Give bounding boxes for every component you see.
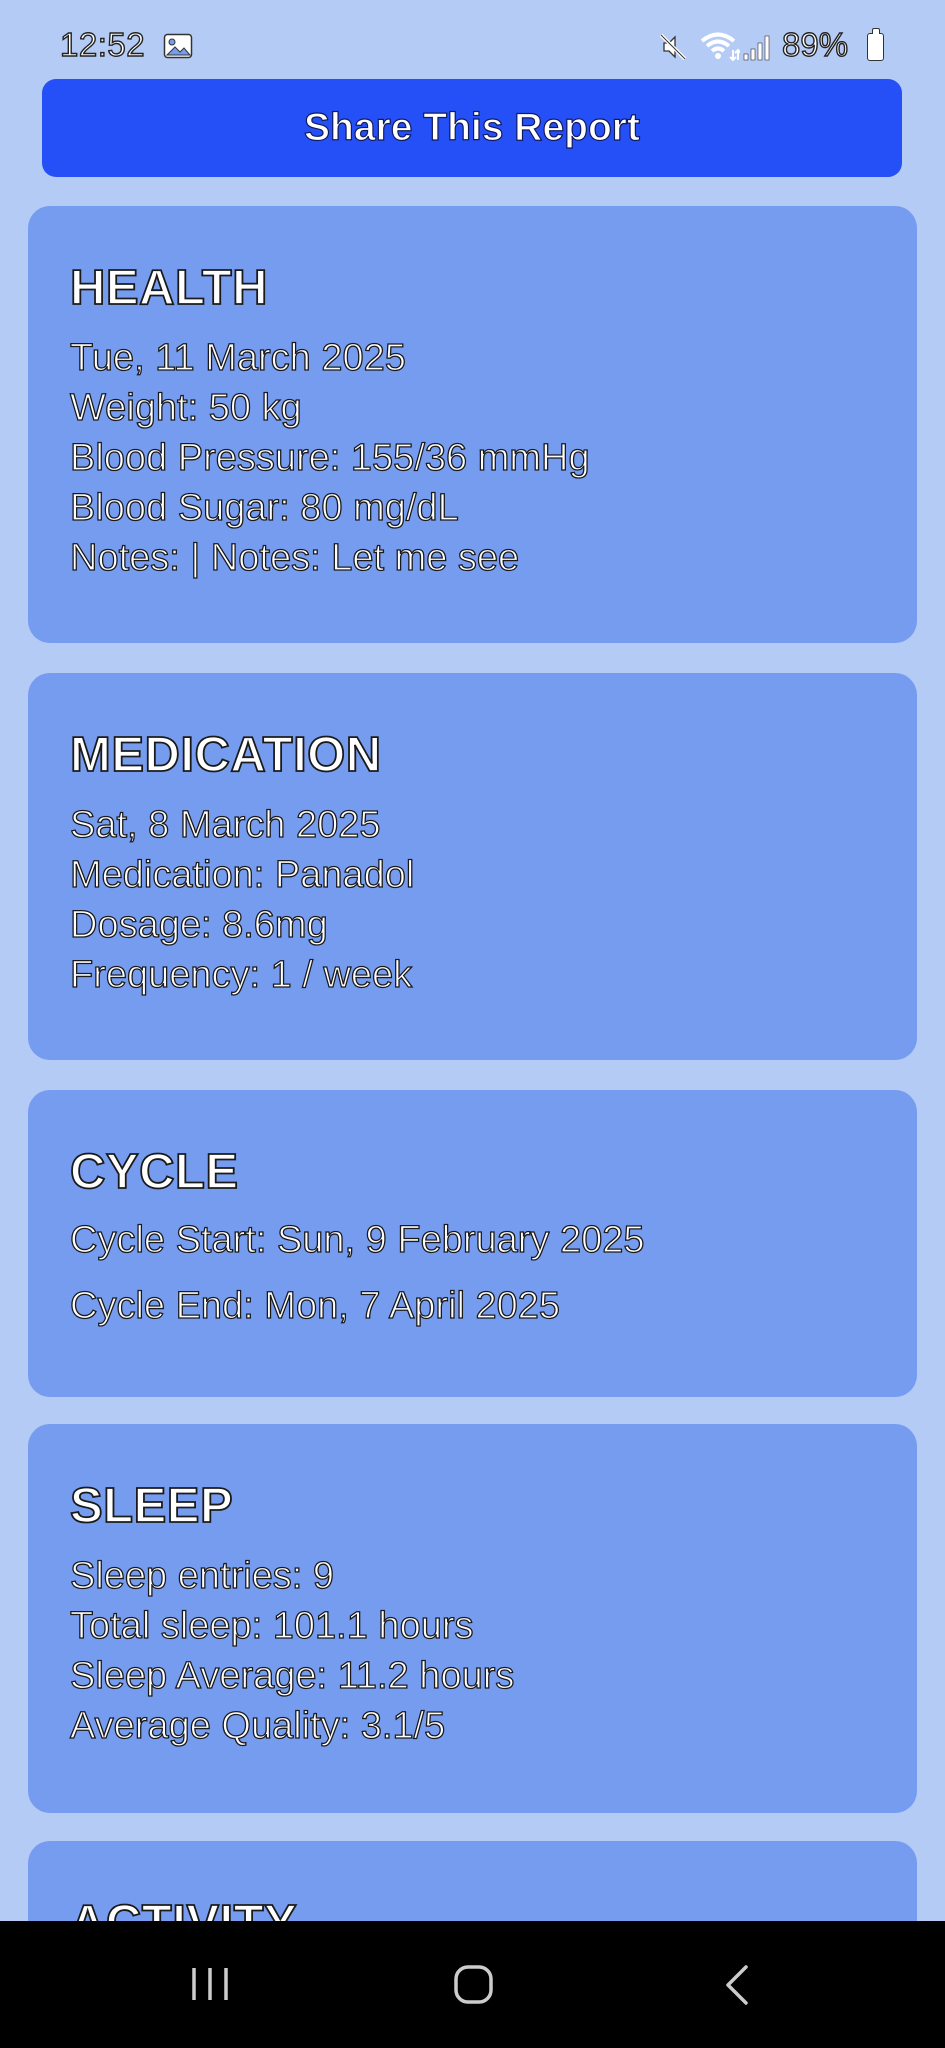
sleep-title: SLEEP (69, 1479, 234, 1533)
sleep-entries: Sleep entries: 9 (69, 1554, 335, 1597)
health-title: HEALTH (69, 261, 269, 315)
cycle-end: Cycle End: Mon, 7 April 2025 (69, 1284, 561, 1327)
medication-date: Sat, 8 March 2025 (69, 803, 381, 846)
status-time: 12:52 (59, 25, 146, 63)
home-icon[interactable] (453, 1964, 494, 2005)
share-report-button[interactable]: Share This Report (42, 79, 902, 177)
sleep-card: SLEEP Sleep entries: 9 Total sleep: 101.… (28, 1424, 917, 1813)
medication-frequency: Frequency: 1 / week (69, 953, 413, 996)
status-bar: 12:52 89% (0, 0, 945, 80)
health-weight: Weight: 50 kg (69, 386, 302, 429)
medication-card: MEDICATION Sat, 8 March 2025 Medication:… (28, 673, 917, 1060)
sleep-average: Sleep Average: 11.2 hours (69, 1654, 515, 1697)
medication-dosage: Dosage: 8.6mg (69, 903, 328, 946)
cycle-card: CYCLE Cycle Start: Sun, 9 February 2025 … (28, 1090, 917, 1397)
medication-title: MEDICATION (69, 728, 382, 782)
sleep-quality: Average Quality: 3.1/5 (69, 1704, 446, 1747)
gallery-icon (163, 33, 193, 59)
mute-icon (659, 33, 687, 61)
cycle-start: Cycle Start: Sun, 9 February 2025 (69, 1218, 645, 1261)
sleep-total: Total sleep: 101.1 hours (69, 1604, 474, 1647)
health-notes: Notes: | Notes: Let me see (69, 536, 520, 579)
health-blood-pressure: Blood Pressure: 155/36 mmHg (69, 436, 590, 479)
health-card: HEALTH Tue, 11 March 2025 Weight: 50 kg … (28, 206, 917, 643)
health-date: Tue, 11 March 2025 (69, 336, 406, 379)
medication-name: Medication: Panadol (69, 853, 415, 896)
battery-percentage: 89% (781, 25, 849, 63)
recent-apps-icon[interactable] (188, 1964, 232, 2004)
back-icon[interactable] (722, 1963, 752, 2007)
navigation-bar (0, 1921, 945, 2048)
battery-icon (867, 28, 884, 61)
health-blood-sugar: Blood Sugar: 80 mg/dL (69, 486, 459, 529)
wifi-icon (700, 32, 740, 62)
cycle-title: CYCLE (69, 1145, 239, 1199)
signal-icon (743, 35, 770, 61)
